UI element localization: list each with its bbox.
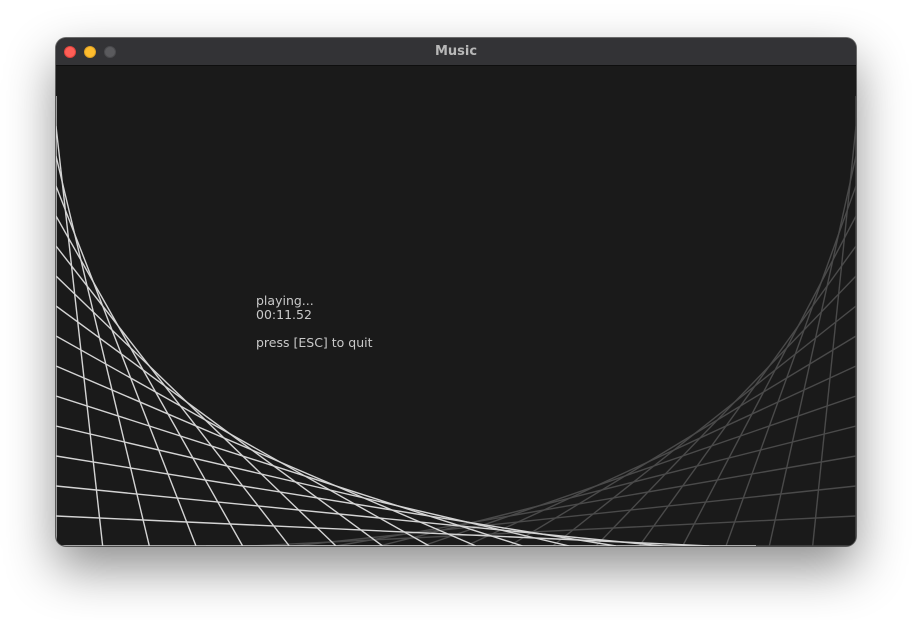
dim-string-line <box>422 395 856 546</box>
string-art-visualizer <box>56 96 856 546</box>
visualizer-canvas: playing... 00:11.52 press [ESC] to quit <box>56 66 856 546</box>
playing-label: playing... <box>256 293 314 308</box>
title-bar[interactable]: Music <box>56 38 856 66</box>
bright-string-line <box>56 335 430 546</box>
bright-string-line <box>56 245 290 546</box>
elapsed-time: 00:11.52 <box>256 307 312 322</box>
bright-string-line <box>56 185 197 546</box>
dim-string-line <box>552 305 856 546</box>
bright-string-line <box>56 395 523 546</box>
playback-status: playing... 00:11.52 press [ESC] to quit <box>256 294 373 350</box>
music-window: Music playing... 00:11.52 press [ESC] to… <box>56 38 856 546</box>
window-title: Music <box>434 44 478 59</box>
dim-string-line <box>508 335 856 546</box>
dim-string-line <box>638 245 856 546</box>
quit-hint: press [ESC] to quit <box>256 335 373 350</box>
dim-string-line <box>725 185 856 546</box>
